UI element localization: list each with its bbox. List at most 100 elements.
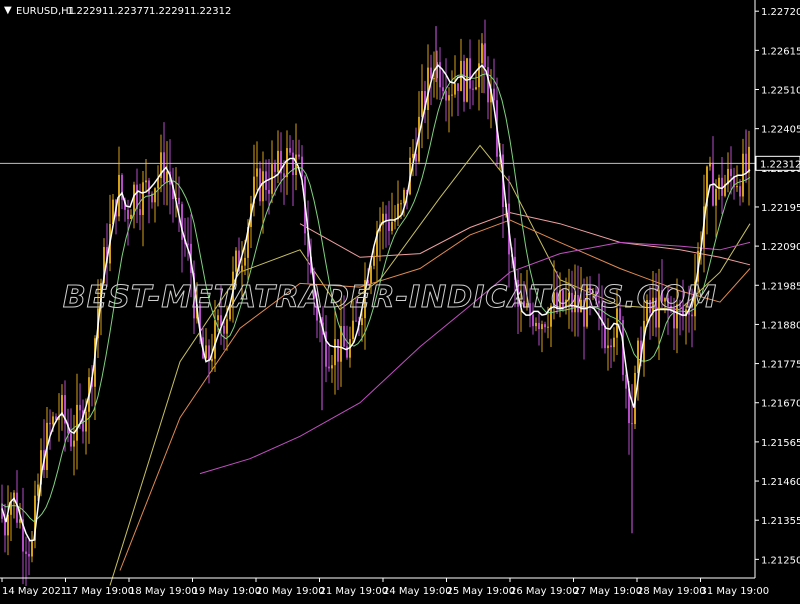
candle-body — [355, 320, 357, 322]
candle-body — [286, 148, 288, 178]
candle-body — [166, 171, 168, 183]
candle-body — [127, 209, 129, 220]
time-tick-label: 21 May 19:00 — [320, 586, 389, 597]
candle-body — [211, 358, 213, 362]
candle-body — [469, 58, 471, 89]
candle-body — [241, 265, 243, 272]
candle-body — [52, 416, 54, 425]
close-value: 1.22312 — [190, 6, 231, 17]
candle-body — [448, 95, 450, 101]
candle-body — [25, 551, 27, 554]
price-tick-label: 1.22090 — [761, 242, 800, 253]
candle-body — [454, 83, 456, 95]
candle-body — [451, 94, 453, 96]
candle-body — [301, 156, 303, 177]
price-tick-label: 1.21355 — [761, 516, 800, 527]
price-tick-label: 1.22615 — [761, 46, 800, 57]
candle-body — [613, 337, 615, 348]
time-tick-label: 25 May 19:00 — [447, 586, 516, 597]
candle-body — [352, 320, 354, 340]
candle-body — [373, 255, 375, 266]
candle-body — [223, 325, 225, 334]
price-tick-label: 1.22195 — [761, 203, 800, 214]
candle-body — [85, 411, 87, 432]
candle-body — [154, 188, 156, 203]
candle-body — [70, 433, 72, 447]
candle-body — [187, 243, 189, 245]
candle-body — [331, 365, 333, 369]
time-tick-label: 17 May 19:00 — [66, 586, 135, 597]
price-tick-label: 1.21985 — [761, 281, 800, 292]
candle-body — [541, 324, 543, 330]
candle-body — [145, 180, 147, 183]
candle-body — [217, 315, 219, 321]
candle-body — [328, 366, 330, 369]
price-tick-label: 1.22405 — [761, 125, 800, 136]
candle-body — [457, 83, 459, 91]
candle-body — [400, 203, 402, 205]
time-tick-label: 24 May 19:00 — [383, 586, 452, 597]
time-tick-label: 20 May 19:00 — [256, 586, 325, 597]
candle-body — [388, 221, 390, 231]
candle-body — [487, 67, 489, 103]
time-tick-label: 14 May 2021 — [2, 586, 67, 597]
candle-body — [532, 314, 534, 327]
time-tick-label: 27 May 19:00 — [574, 586, 643, 597]
candle-body — [361, 318, 363, 326]
price-tick-label: 1.21565 — [761, 438, 800, 449]
candle-body — [244, 257, 246, 266]
candle-body — [277, 150, 279, 172]
menu-arrow-icon[interactable]: ▼ — [4, 5, 12, 16]
candle-body — [730, 168, 732, 177]
low-value: 1.22291 — [149, 6, 190, 17]
price-tick-label: 1.22510 — [761, 85, 800, 96]
candle-body — [403, 189, 405, 204]
candle-body — [475, 87, 477, 90]
candle-body — [604, 325, 606, 349]
candle-body — [79, 404, 81, 411]
candle-body — [274, 164, 276, 172]
candle-body — [544, 324, 546, 328]
watermark-text: BEST-METATRADER-INDICATORS.COM — [63, 280, 717, 315]
time-tick-label: 31 May 19:00 — [701, 586, 770, 597]
candle-body — [391, 221, 393, 231]
time-tick-label: 18 May 19:00 — [129, 586, 198, 597]
time-tick-label: 28 May 19:00 — [637, 586, 706, 597]
price-tick-label: 1.22720 — [761, 7, 800, 18]
chart-window[interactable]: 1.227201.226151.225101.224051.223001.221… — [0, 0, 800, 600]
candle-body — [442, 87, 444, 92]
candle-body — [748, 146, 750, 173]
price-chart[interactable]: 1.227201.226151.225101.224051.223001.221… — [0, 0, 800, 600]
candle-body — [256, 168, 258, 177]
price-tick-label: 1.21670 — [761, 399, 800, 410]
candle-body — [493, 88, 495, 101]
candle-body — [262, 171, 264, 202]
candle-body — [463, 60, 465, 102]
candle-body — [139, 209, 141, 215]
candle-body — [73, 440, 75, 447]
candle-body — [607, 345, 609, 349]
open-value: 1.22291 — [67, 6, 108, 17]
candle-body — [289, 148, 291, 153]
price-scale[interactable]: 1.227201.226151.225101.224051.223001.221… — [755, 7, 800, 566]
candle-body — [298, 154, 300, 157]
candle-body — [31, 540, 33, 557]
candle-body — [610, 345, 612, 348]
high-value: 1.22377 — [108, 6, 149, 17]
price-tick-label: 1.21880 — [761, 320, 800, 331]
candle-body — [637, 340, 639, 373]
candle-body — [433, 78, 435, 80]
candle-body — [334, 339, 336, 366]
candle-body — [268, 189, 270, 194]
time-tick-label: 19 May 19:00 — [193, 586, 262, 597]
candle-body — [481, 43, 483, 64]
candle-body — [736, 186, 738, 188]
candle-body — [547, 326, 549, 328]
candle-body — [76, 404, 78, 441]
price-tick-label: 1.21775 — [761, 360, 800, 371]
current-price-value: 1.22312 — [760, 159, 800, 170]
candle-body — [148, 180, 150, 194]
candle-body — [337, 339, 339, 362]
candle-body — [538, 322, 540, 330]
candle-body — [739, 186, 741, 197]
